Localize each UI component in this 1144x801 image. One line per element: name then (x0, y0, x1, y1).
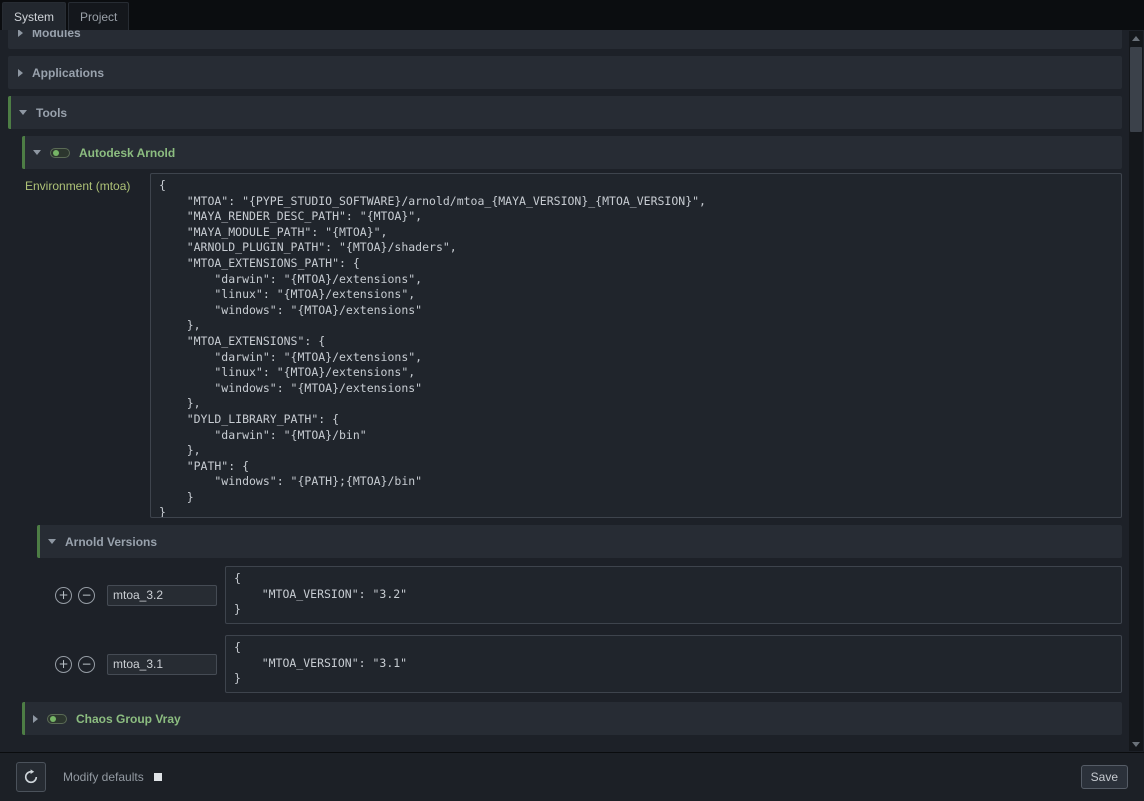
scrollbar-thumb[interactable] (1130, 47, 1142, 132)
section-label-modules: Modules (32, 30, 81, 40)
section-header-tools[interactable]: Tools (8, 96, 1122, 129)
tab-project[interactable]: Project (68, 2, 129, 30)
scroll-down-icon (1132, 742, 1140, 747)
scrollbar-track[interactable] (1129, 45, 1143, 737)
section-label-tools: Tools (36, 106, 67, 120)
scroll-up-icon (1132, 36, 1140, 41)
group-label-arnold-versions: Arnold Versions (65, 535, 157, 549)
version-key-input[interactable] (107, 585, 217, 606)
tab-bar: System Project (0, 0, 1144, 30)
group-label-vray: Chaos Group Vray (76, 712, 181, 726)
scroll-up-button[interactable] (1129, 31, 1143, 45)
chevron-down-icon (19, 110, 27, 115)
add-version-button[interactable]: + (55, 587, 72, 604)
group-label-arnold: Autodesk Arnold (79, 146, 175, 160)
chevron-right-icon (33, 715, 38, 723)
environment-label: Environment (mtoa) (22, 173, 150, 193)
version-value-textarea[interactable]: { "MTOA_VERSION": "3.1" } (225, 635, 1122, 693)
chevron-down-icon (33, 150, 41, 155)
modify-defaults-checkbox[interactable] (154, 773, 162, 781)
add-version-button[interactable]: + (55, 656, 72, 673)
save-button[interactable]: Save (1081, 765, 1128, 789)
vertical-scrollbar[interactable] (1129, 31, 1143, 751)
arnold-versions-body: + − { "MTOA_VERSION": "3.2" } + − (37, 558, 1122, 693)
arnold-body: Environment (mtoa) { "MTOA": "{PYPE_STUD… (22, 169, 1122, 695)
refresh-icon (23, 769, 39, 785)
settings-window: System Project Modules Applications Tool… (0, 0, 1144, 801)
remove-version-button[interactable]: − (78, 656, 95, 673)
chevron-right-icon (18, 30, 23, 37)
enabled-toggle-icon[interactable] (47, 714, 67, 724)
refresh-button[interactable] (16, 762, 46, 792)
chevron-down-icon (48, 539, 56, 544)
version-key-input[interactable] (107, 654, 217, 675)
chevron-right-icon (18, 69, 23, 77)
version-row: + − { "MTOA_VERSION": "3.2" } (37, 566, 1122, 624)
group-arnold: Autodesk Arnold Environment (mtoa) { "MT… (22, 136, 1122, 695)
group-arnold-versions: Arnold Versions + − { "MTOA_VERSION": "3… (37, 525, 1122, 693)
remove-version-button[interactable]: − (78, 587, 95, 604)
scroll-down-button[interactable] (1129, 737, 1143, 751)
environment-field-row: Environment (mtoa) { "MTOA": "{PYPE_STUD… (22, 173, 1122, 518)
enabled-toggle-icon[interactable] (50, 148, 70, 158)
tab-system[interactable]: System (2, 2, 66, 30)
tools-body: Autodesk Arnold Environment (mtoa) { "MT… (8, 129, 1122, 735)
environment-textarea[interactable]: { "MTOA": "{PYPE_STUDIO_SOFTWARE}/arnold… (150, 173, 1122, 518)
section-label-applications: Applications (32, 66, 104, 80)
version-row: + − { "MTOA_VERSION": "3.1" } (37, 635, 1122, 693)
group-header-arnold-versions[interactable]: Arnold Versions (37, 525, 1122, 558)
settings-scroll-area: Modules Applications Tools (0, 30, 1144, 752)
modify-defaults-label: Modify defaults (63, 770, 144, 784)
section-tools: Tools Autodesk Arnold Envir (8, 96, 1122, 735)
section-header-applications[interactable]: Applications (8, 56, 1122, 89)
group-header-arnold[interactable]: Autodesk Arnold (22, 136, 1122, 169)
section-header-modules[interactable]: Modules (8, 30, 1122, 49)
group-header-vray[interactable]: Chaos Group Vray (22, 702, 1122, 735)
footer-bar: Modify defaults Save (0, 752, 1144, 801)
version-value-textarea[interactable]: { "MTOA_VERSION": "3.2" } (225, 566, 1122, 624)
